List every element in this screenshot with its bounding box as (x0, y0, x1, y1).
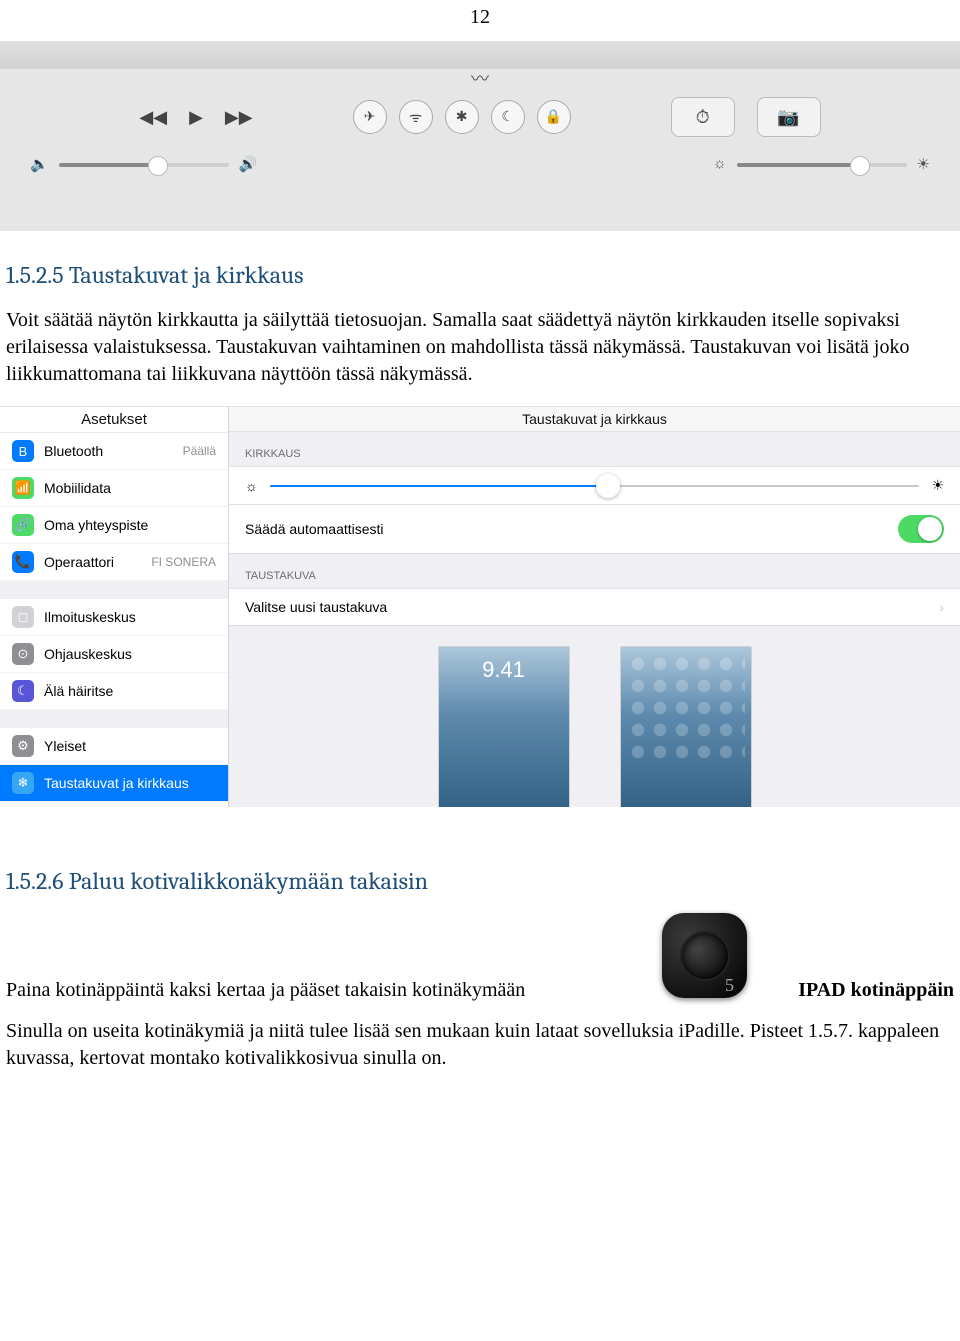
sidebar-title: Asetukset (0, 407, 228, 433)
volume-min-icon: 🔈 (30, 155, 49, 174)
bluetooth-icon[interactable]: ✱ (445, 100, 479, 134)
choose-wallpaper-row[interactable]: Valitse uusi taustakuva › (229, 588, 960, 626)
airplane-icon[interactable]: ✈ (353, 100, 387, 134)
lockscreen-clock: 9.41 (439, 647, 569, 683)
sidebar-item-right: Päällä (183, 444, 216, 458)
sidebar-item-7[interactable]: ⚙ Yleiset (0, 710, 228, 765)
detail-brightness-slider[interactable] (270, 485, 920, 487)
grip-icon: 〰 (0, 65, 960, 91)
sidebar-icon: 📞 (12, 551, 34, 573)
sidebar-icon: ☾ (12, 680, 34, 702)
sidebar-icon: ◻ (12, 606, 34, 628)
brightness-max-icon: ☀ (917, 155, 930, 174)
sidebar-item-label: Mobiilidata (44, 480, 111, 496)
dnd-icon[interactable]: ☾ (491, 100, 525, 134)
wallpaper-lockscreen[interactable]: 9.41 (438, 646, 570, 807)
auto-brightness-label: Säädä automaattisesti (245, 521, 384, 537)
sidebar-item-4[interactable]: ◻ Ilmoituskeskus (0, 581, 228, 636)
choose-wallpaper-label: Valitse uusi taustakuva (245, 599, 387, 615)
toggle-buttons: ✈ ᯤ ✱ ☾ 🔒 (353, 100, 571, 134)
brightness-row[interactable]: ☼ ☀ (229, 466, 960, 505)
timer-icon[interactable]: ⏱ (671, 97, 735, 137)
brightness-high-icon: ☀ (931, 477, 944, 494)
settings-sidebar: Asetukset B Bluetooth Päällä 📶 Mobiilidata 🔗 O… (0, 407, 229, 807)
chevron-right-icon: › (939, 599, 944, 615)
brightness-slider[interactable]: ☼ ☀ (713, 155, 930, 174)
sidebar-item-label: Yleiset (44, 738, 86, 754)
sidebar-icon: ⊙ (12, 643, 34, 665)
paragraph-after: Sinulla on useita kotinäkymiä ja niitä t… (6, 1018, 954, 1072)
play-icon[interactable]: ▶ (189, 107, 203, 128)
sidebar-item-9[interactable]: 🔊Äänet (0, 802, 228, 807)
rewind-icon[interactable]: ◀◀ (139, 107, 167, 128)
heading-1525: 1.5.2.5 Taustakuvat ja kirkkaus (6, 261, 960, 289)
sidebar-item-label: Operaattori (44, 554, 114, 570)
forward-icon[interactable]: ▶▶ (225, 107, 253, 128)
sidebar-item-1[interactable]: 📶 Mobiilidata (0, 470, 228, 507)
sidebar-item-right: FI SONERA (151, 555, 216, 569)
sidebar-item-label: Oma yhteyspiste (44, 517, 148, 533)
sidebar-item-label: Älä häiritse (44, 683, 113, 699)
rotation-lock-icon[interactable]: 🔒 (537, 100, 571, 134)
control-center-screenshot: 〰 ◀◀ ▶ ▶▶ ✈ ᯤ ✱ ☾ 🔒 ⏱ 📷 🔈 🔊 ☼ (0, 41, 960, 231)
settings-screenshot: Asetukset B Bluetooth Päällä 📶 Mobiilidata 🔗 O… (0, 406, 960, 807)
shortcut-buttons: ⏱ 📷 (671, 97, 821, 137)
wifi-icon[interactable]: ᯤ (399, 100, 433, 134)
home-button-side-number: 5 (725, 975, 734, 996)
section-header-brightness: KIRKKAUS (229, 432, 960, 466)
home-button-ring-icon (680, 931, 730, 981)
sidebar-item-3[interactable]: 📞 Operaattori FI SONERA (0, 544, 228, 581)
sidebar-icon: B (12, 440, 34, 462)
wallpaper-homescreen[interactable] (620, 646, 752, 807)
camera-icon[interactable]: 📷 (757, 97, 821, 137)
sidebar-item-5[interactable]: ⊙ Ohjauskeskus (0, 636, 228, 673)
sidebar-icon: 📶 (12, 477, 34, 499)
section-header-wallpaper: TAUSTAKUVA (229, 554, 960, 588)
media-controls: ◀◀ ▶ ▶▶ (139, 107, 252, 128)
ipad-home-label: IPAD kotinäppäin (764, 977, 954, 1004)
sidebar-icon: 🔗 (12, 514, 34, 536)
sidebar-icon: ❄ (12, 772, 34, 794)
page-number: 12 (0, 0, 960, 41)
sidebar-item-6[interactable]: ☾ Älä häiritse (0, 673, 228, 710)
sidebar-item-2[interactable]: 🔗 Oma yhteyspiste (0, 507, 228, 544)
sidebar-item-0[interactable]: B Bluetooth Päällä (0, 433, 228, 470)
home-button-image (662, 913, 747, 998)
paragraph-press-home: Paina kotinäppäintä kaksi kertaa ja pääs… (6, 977, 632, 1004)
sidebar-item-8[interactable]: ❄ Taustakuvat ja kirkkaus (0, 765, 228, 802)
sidebar-item-label: Taustakuvat ja kirkkaus (44, 775, 189, 791)
paragraph-1525: Voit säätää näytön kirkkautta ja säilytt… (6, 307, 954, 388)
brightness-min-icon: ☼ (713, 156, 727, 173)
auto-brightness-row[interactable]: Säädä automaattisesti (229, 505, 960, 554)
sidebar-icon: ⚙ (12, 735, 34, 757)
settings-detail: Taustakuvat ja kirkkaus KIRKKAUS ☼ ☀ Sää… (229, 407, 960, 807)
sidebar-item-label: Ilmoituskeskus (44, 609, 136, 625)
volume-slider[interactable]: 🔈 🔊 (30, 155, 257, 174)
wallpaper-previews: 9.41 (229, 626, 960, 807)
heading-1526: 1.5.2.6 Paluu kotivalikkonäkymään takais… (6, 867, 960, 895)
detail-title: Taustakuvat ja kirkkaus (229, 407, 960, 432)
sidebar-item-label: Bluetooth (44, 443, 103, 459)
auto-brightness-toggle[interactable] (898, 515, 944, 543)
brightness-low-icon: ☼ (245, 478, 258, 494)
volume-max-icon: 🔊 (239, 155, 258, 174)
sidebar-item-label: Ohjauskeskus (44, 646, 132, 662)
